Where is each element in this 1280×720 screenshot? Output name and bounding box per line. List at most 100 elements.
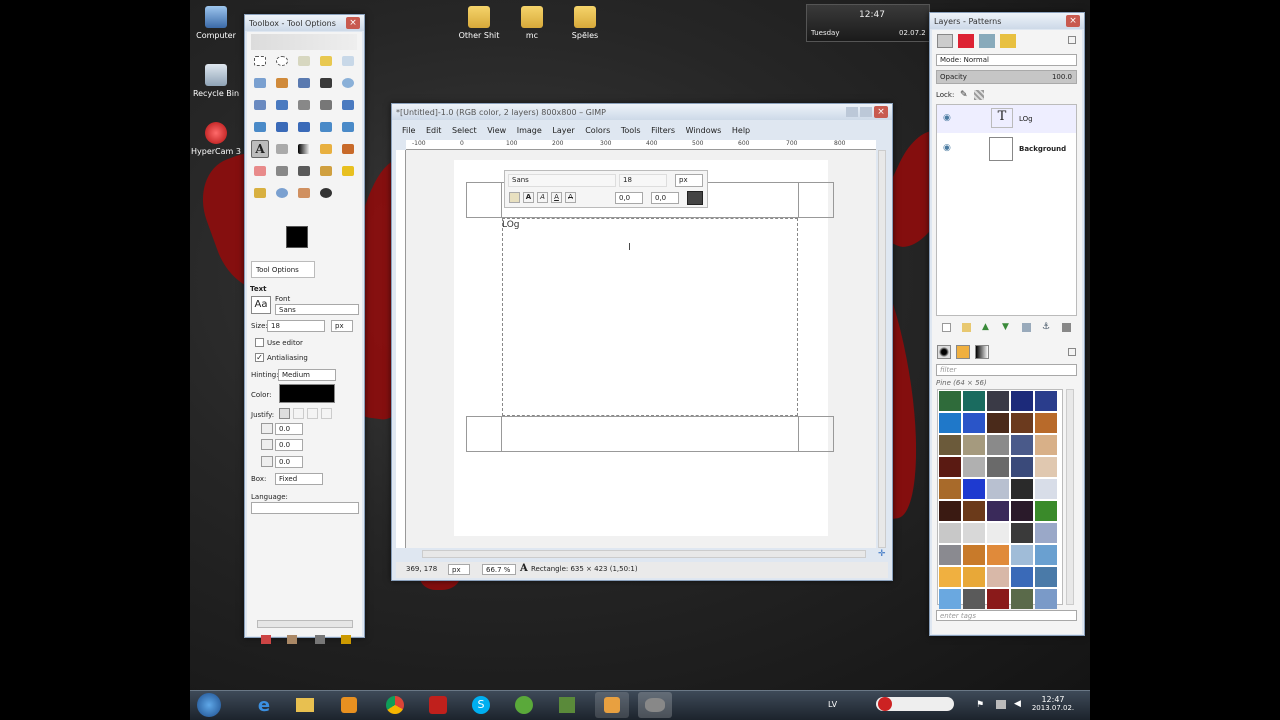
hinting-select[interactable]: Medium xyxy=(278,369,336,381)
pattern-swatch[interactable] xyxy=(963,457,985,477)
start-button[interactable] xyxy=(192,690,226,720)
pattern-swatch[interactable] xyxy=(939,523,961,543)
editor-font-field[interactable]: Sans xyxy=(508,174,616,187)
taskbar-java[interactable] xyxy=(595,692,629,718)
raise-layer-icon[interactable]: ▲ xyxy=(982,322,989,332)
eraser-icon[interactable] xyxy=(251,162,269,180)
pattern-swatch[interactable] xyxy=(939,501,961,521)
patterns-vscrollbar[interactable] xyxy=(1066,389,1074,605)
taskbar-skype[interactable]: S xyxy=(464,692,498,718)
pattern-tags-field[interactable]: enter tags xyxy=(936,610,1077,621)
perspective-clone-icon[interactable] xyxy=(251,184,269,202)
text-tool-icon[interactable]: A xyxy=(251,140,269,158)
pattern-swatch[interactable] xyxy=(1035,435,1057,455)
align-icon[interactable] xyxy=(295,96,313,114)
ink-icon[interactable] xyxy=(295,162,313,180)
pattern-swatch[interactable] xyxy=(987,589,1009,609)
scale-icon[interactable] xyxy=(251,118,269,136)
pattern-swatch[interactable] xyxy=(1035,589,1057,609)
pattern-swatch[interactable] xyxy=(963,479,985,499)
navigate-icon[interactable]: ✛ xyxy=(878,550,887,559)
taskbar-media-player[interactable] xyxy=(332,692,366,718)
restore-icon[interactable] xyxy=(287,635,297,644)
language-indicator[interactable]: LV xyxy=(828,700,837,709)
bottom-handle-strip[interactable] xyxy=(502,416,798,452)
taskbar-gimp[interactable] xyxy=(638,692,672,718)
menu-tools[interactable]: Tools xyxy=(621,124,641,138)
tray-network-icon[interactable] xyxy=(996,700,1006,709)
clone-icon[interactable] xyxy=(317,162,335,180)
close-icon[interactable]: × xyxy=(1066,15,1080,27)
pattern-swatch[interactable] xyxy=(939,457,961,477)
pattern-swatch[interactable] xyxy=(1035,567,1057,587)
delete-layer-icon[interactable] xyxy=(1062,323,1071,332)
layer-name[interactable]: Background xyxy=(1019,145,1066,153)
desktop-icon-hypercam[interactable]: HyperCam 3 xyxy=(186,122,246,156)
language-field[interactable] xyxy=(251,502,359,514)
dodge-burn-icon[interactable] xyxy=(317,184,335,202)
pattern-swatch[interactable] xyxy=(1035,457,1057,477)
blur-icon[interactable] xyxy=(273,184,291,202)
pattern-swatch[interactable] xyxy=(1011,413,1033,433)
smudge-icon[interactable] xyxy=(295,184,313,202)
desktop-icon-other-shit[interactable]: Other Shit xyxy=(449,6,509,40)
menu-layer[interactable]: Layer xyxy=(552,124,574,138)
select-by-color-icon[interactable] xyxy=(339,52,357,70)
menu-filters[interactable]: Filters xyxy=(651,124,675,138)
patterns-menu-icon[interactable] xyxy=(1068,348,1076,356)
taskbar-explorer[interactable] xyxy=(288,692,322,718)
paths-icon[interactable] xyxy=(295,74,313,92)
pattern-swatch[interactable] xyxy=(987,391,1009,411)
eye-icon[interactable]: ◉ xyxy=(943,113,951,123)
pattern-swatch[interactable] xyxy=(987,501,1009,521)
pattern-swatch[interactable] xyxy=(939,391,961,411)
pattern-swatch[interactable] xyxy=(963,501,985,521)
pattern-swatch[interactable] xyxy=(939,589,961,609)
pattern-swatch[interactable] xyxy=(1035,391,1057,411)
pattern-swatch[interactable] xyxy=(939,545,961,565)
pattern-swatch[interactable] xyxy=(1011,479,1033,499)
menu-edit[interactable]: Edit xyxy=(426,124,442,138)
crop-icon[interactable] xyxy=(317,96,335,114)
gradients-tab-icon[interactable] xyxy=(975,345,989,359)
anchor-layer-icon[interactable]: ⚓ xyxy=(1042,322,1050,332)
zoom-select[interactable]: 66.7 % xyxy=(482,564,516,575)
pattern-swatch[interactable] xyxy=(939,479,961,499)
heal-icon[interactable] xyxy=(339,162,357,180)
horizontal-ruler[interactable]: -100 0 100 200 300 400 500 600 700 800 xyxy=(406,140,876,150)
menu-image[interactable]: Image xyxy=(517,124,542,138)
editor-italic-icon[interactable]: A xyxy=(537,192,548,203)
layer-row[interactable]: ◉ T LOg xyxy=(937,105,1076,133)
perspective-icon[interactable] xyxy=(295,118,313,136)
size-unit-select[interactable]: px xyxy=(331,320,353,332)
save-icon[interactable] xyxy=(341,635,351,644)
editor-kerning-field[interactable]: 0,0 xyxy=(651,192,679,204)
tool-options-tab[interactable]: Tool Options xyxy=(251,261,315,278)
toolbox-hscrollbar[interactable] xyxy=(257,620,353,628)
lock-pixels-icon[interactable]: ✎ xyxy=(960,90,970,100)
scissors-icon[interactable] xyxy=(251,74,269,92)
color-picker-icon[interactable] xyxy=(317,74,335,92)
menu-colors[interactable]: Colors xyxy=(585,124,610,138)
canvas-text[interactable]: LOg xyxy=(502,220,520,230)
editor-underline-icon[interactable]: A xyxy=(551,192,562,203)
pattern-swatch[interactable] xyxy=(987,413,1009,433)
undo-history-tab-icon[interactable] xyxy=(1000,34,1016,48)
fuzzy-select-icon[interactable] xyxy=(317,52,335,70)
taskbar-acrobat[interactable] xyxy=(421,692,455,718)
delete-icon[interactable] xyxy=(315,635,325,644)
cage-transform-icon[interactable] xyxy=(339,118,357,136)
new-layer-group-icon[interactable] xyxy=(962,323,971,332)
menu-help[interactable]: Help xyxy=(732,124,750,138)
duplicate-layer-icon[interactable] xyxy=(1022,323,1031,332)
paintbrush-icon[interactable] xyxy=(339,140,357,158)
eye-icon[interactable]: ◉ xyxy=(943,143,951,153)
layer-name[interactable]: LOg xyxy=(1019,115,1033,123)
desktop-icon-computer[interactable]: Computer xyxy=(186,6,246,40)
new-layer-icon[interactable] xyxy=(942,323,951,332)
pattern-swatch[interactable] xyxy=(1035,413,1057,433)
paths-tab-icon[interactable] xyxy=(979,34,995,48)
pattern-swatch[interactable] xyxy=(987,567,1009,587)
editor-color-button[interactable] xyxy=(687,191,703,205)
blend-icon[interactable] xyxy=(295,140,313,158)
